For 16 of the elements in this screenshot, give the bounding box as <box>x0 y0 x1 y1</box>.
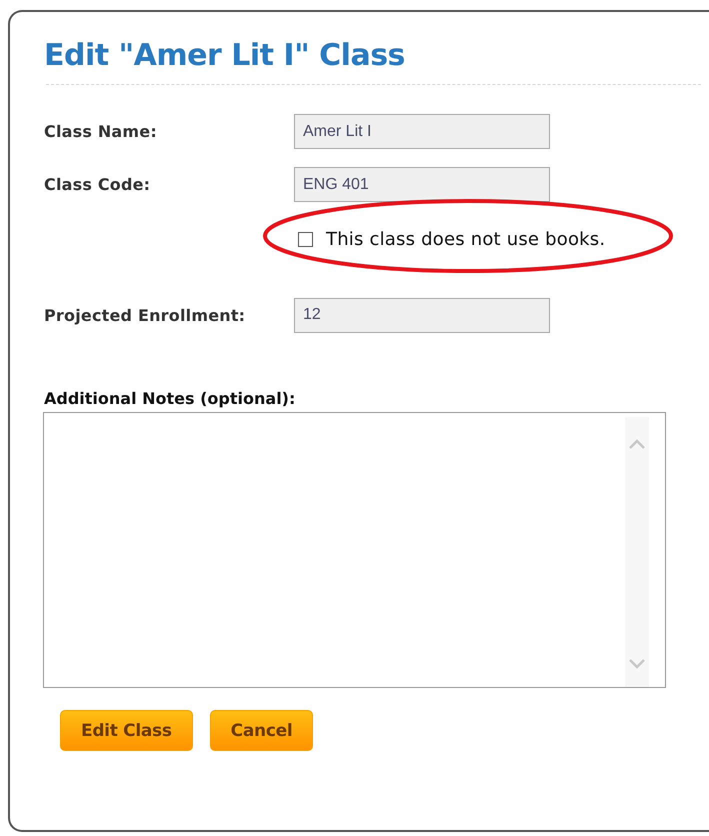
text-field[interactable]: ENG 401 <box>294 167 550 202</box>
notes-field[interactable] <box>43 412 666 688</box>
field-label: Projected Enrollment: <box>44 306 246 324</box>
field-label: Class Code: <box>44 175 152 194</box>
edit-class-button[interactable]: Edit Class <box>60 710 193 751</box>
chevron-down-icon[interactable] <box>629 659 645 669</box>
dialog-title: Edit "Amer Lit I" Class <box>44 37 405 75</box>
checkbox-label: This class does not use books. <box>326 228 606 250</box>
checkbox[interactable] <box>298 232 313 246</box>
scrollbar[interactable] <box>625 417 649 687</box>
chevron-up-icon[interactable] <box>629 439 645 449</box>
field-label: Class Name: <box>44 122 158 141</box>
notes-label: Additional Notes (optional): <box>44 389 296 408</box>
cancel-button[interactable]: Cancel <box>210 710 314 751</box>
text-field[interactable]: 12 <box>294 298 550 332</box>
text-field[interactable]: Amer Lit I <box>294 114 550 149</box>
